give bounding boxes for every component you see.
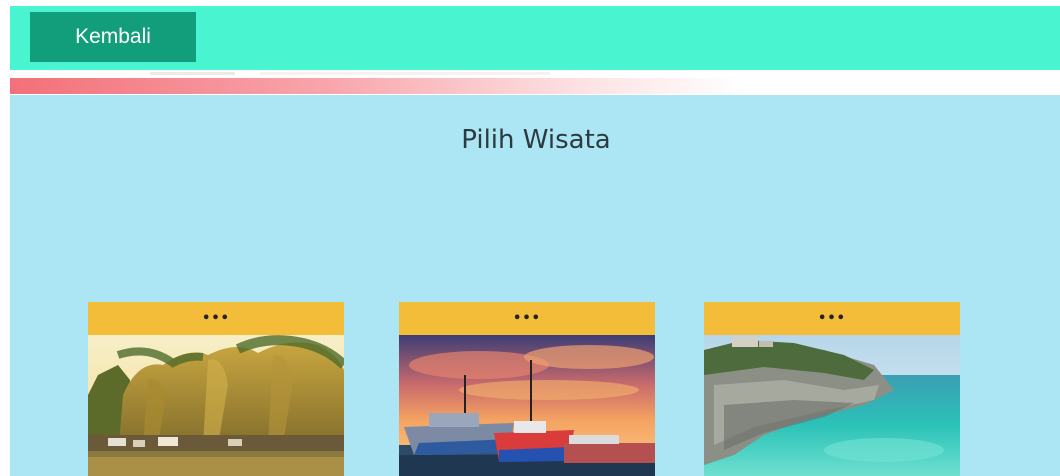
card-header: •••: [88, 302, 344, 335]
decorative-gradient-strip: [10, 78, 1060, 94]
divider-line: [150, 72, 235, 75]
divider-line: [260, 72, 550, 75]
card-header: •••: [704, 302, 960, 335]
page-title: Pilih Wisata: [461, 125, 611, 155]
card-header: •••: [399, 302, 655, 335]
main-content: Pilih Wisata ••• ••• •••: [10, 95, 1060, 476]
destination-card-1[interactable]: •••: [88, 302, 344, 476]
back-button[interactable]: Kembali: [30, 12, 196, 62]
destination-image-cliff[interactable]: [704, 335, 960, 476]
top-bar: Kembali: [10, 6, 1060, 70]
destination-image-mountains[interactable]: [88, 335, 344, 476]
destination-card-2[interactable]: •••: [399, 302, 655, 476]
destination-card-3[interactable]: •••: [704, 302, 960, 476]
destination-image-boats[interactable]: [399, 335, 655, 476]
